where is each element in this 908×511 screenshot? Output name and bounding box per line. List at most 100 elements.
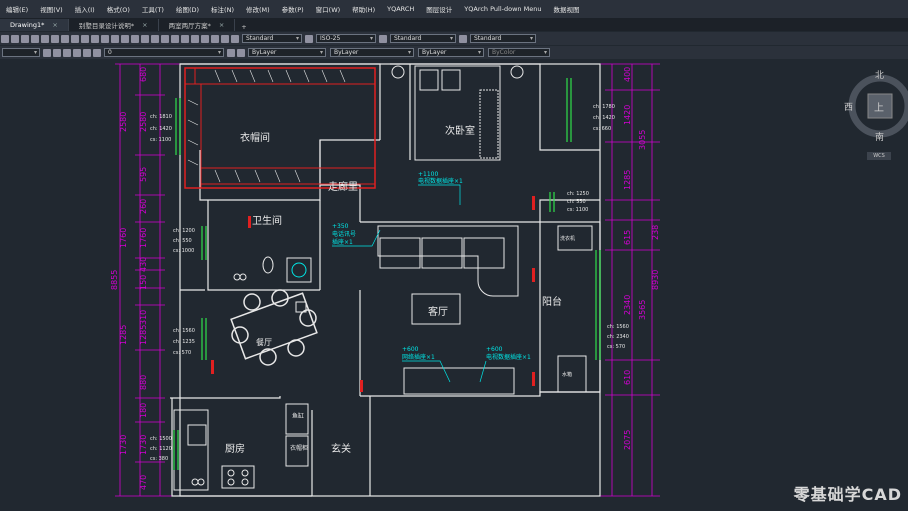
menu-item[interactable]: 窗口(W) <box>310 4 347 14</box>
dim-label-outer: 8930 <box>651 270 660 290</box>
undo-icon[interactable] <box>101 34 109 43</box>
layer-prev-icon[interactable] <box>237 48 245 57</box>
dim-label: 1285 <box>623 170 632 190</box>
document-tab[interactable]: 两室两厅方案* × <box>159 19 236 31</box>
menu-item[interactable]: 插入(I) <box>69 4 101 14</box>
open-icon[interactable] <box>11 34 19 43</box>
close-icon[interactable]: × <box>142 21 147 29</box>
menu-item[interactable]: YQArch Pull-down Menu <box>458 5 547 13</box>
dim-label: 1730 <box>139 435 148 455</box>
document-tab[interactable]: 别墅目录设计说明* × <box>69 19 159 31</box>
viewcube-top: 上 <box>874 102 884 114</box>
workspace-select[interactable] <box>2 48 40 57</box>
svg-text:ch: 1420: ch: 1420 <box>150 126 172 132</box>
bulb-icon[interactable] <box>73 48 81 57</box>
tool-palette-icon[interactable] <box>181 34 189 43</box>
dim-label: 3055 <box>638 130 647 150</box>
text-style-select[interactable]: Standard <box>242 34 302 43</box>
markup-icon[interactable] <box>201 34 209 43</box>
dim-label: 1760 <box>119 228 128 248</box>
menu-item[interactable]: 数据视图 <box>547 4 585 14</box>
menu-item[interactable]: 标注(N) <box>205 4 240 14</box>
menu-item[interactable]: 工具(T) <box>136 4 170 14</box>
linetype-select[interactable]: ByLayer <box>330 48 414 57</box>
dim-label-outer: 238 <box>651 225 660 240</box>
menu-item[interactable]: 编辑(E) <box>0 4 34 14</box>
room-label-living: 客厅 <box>428 305 448 318</box>
wcs-menu[interactable]: WCS <box>867 152 891 160</box>
label-water: 水箱 <box>562 371 572 378</box>
dim-style-select[interactable]: ISO-25 <box>316 34 376 43</box>
document-tab[interactable]: Drawing1* × <box>0 19 69 31</box>
close-icon[interactable]: × <box>52 21 57 29</box>
dim-label: 180 <box>139 403 148 418</box>
menu-item[interactable]: 帮助(H) <box>346 4 381 14</box>
left-dim-labels: 680 2580 595 260 1760 430 150 310 1285 8… <box>110 67 148 490</box>
svg-text:ch: 1560: ch: 1560 <box>173 328 195 334</box>
layer-select[interactable]: 0 <box>104 48 224 57</box>
redo-icon[interactable] <box>111 34 119 43</box>
bathroom-fixtures <box>233 256 312 283</box>
zoom-icon[interactable] <box>131 34 139 43</box>
dim-label: 1285 <box>119 325 128 345</box>
help-icon[interactable] <box>221 34 229 43</box>
dim-label: 310 <box>139 310 148 325</box>
svg-text:cs: 1100: cs: 1100 <box>567 207 588 213</box>
preview-icon[interactable] <box>41 34 49 43</box>
add-tab-icon[interactable]: + <box>235 23 252 31</box>
dim-label: 3565 <box>638 300 647 320</box>
plot-style-select[interactable]: ByColor <box>488 48 550 57</box>
svg-text:ch: 1235: ch: 1235 <box>173 339 195 345</box>
dim-label: 680 <box>139 67 148 82</box>
color-select[interactable]: ByLayer <box>248 48 326 57</box>
pan-icon[interactable] <box>121 34 129 43</box>
match-prop-icon[interactable] <box>91 34 99 43</box>
new-icon[interactable] <box>1 34 9 43</box>
menu-item[interactable]: 图层设计 <box>420 4 458 14</box>
zoom-window-icon[interactable] <box>141 34 149 43</box>
dim-label: 610 <box>623 370 632 385</box>
sheet-set-icon[interactable] <box>191 34 199 43</box>
calc-icon[interactable] <box>211 34 219 43</box>
make-current-icon[interactable] <box>227 48 235 57</box>
svg-text:cs: 570: cs: 570 <box>173 350 191 356</box>
room-label-bathroom: 卫生间 <box>252 214 282 227</box>
menu-item[interactable]: YQARCH <box>381 5 420 13</box>
sun-icon[interactable] <box>83 48 91 57</box>
copy-icon[interactable] <box>71 34 79 43</box>
print-icon[interactable] <box>31 34 39 43</box>
note-tv1: 电视数据插座×1 <box>418 177 463 185</box>
svg-text:ch: 550: ch: 550 <box>173 238 192 244</box>
paste-icon[interactable] <box>81 34 89 43</box>
note-tel2: 插座×1 <box>332 238 353 246</box>
menu-item[interactable]: 参数(P) <box>276 4 310 14</box>
publish-icon[interactable] <box>51 34 59 43</box>
gear-icon[interactable] <box>43 48 51 57</box>
properties-icon[interactable] <box>161 34 169 43</box>
menu-item[interactable]: 修改(M) <box>240 4 276 14</box>
viewcube[interactable]: 上 北 南 西 <box>844 70 908 143</box>
cut-icon[interactable] <box>61 34 69 43</box>
menu-item[interactable]: 绘图(D) <box>170 4 205 14</box>
bedroom: 次卧室 <box>391 65 524 161</box>
drawing-canvas[interactable]: 680 2580 595 260 1760 430 150 310 1285 8… <box>0 60 908 511</box>
mleader-style-select[interactable]: Standard <box>470 34 536 43</box>
save-icon[interactable] <box>21 34 29 43</box>
dining-table <box>230 289 318 366</box>
svg-text:ch: 1780: ch: 1780 <box>593 104 615 110</box>
room-label-balcony: 阳台 <box>542 295 562 308</box>
room-label-closet: 衣帽间 <box>240 131 270 144</box>
close-icon[interactable]: × <box>219 21 224 29</box>
table-style-select[interactable]: Standard <box>390 34 456 43</box>
design-center-icon[interactable] <box>171 34 179 43</box>
layer-state-icon[interactable] <box>63 48 71 57</box>
svg-text:ch: 1500: ch: 1500 <box>150 436 172 442</box>
layer-manager-icon[interactable] <box>53 48 61 57</box>
text-style-icon <box>231 34 239 43</box>
menu-item[interactable]: 视图(V) <box>34 4 69 14</box>
lineweight-select[interactable]: ByLayer <box>418 48 484 57</box>
menu-bar: 编辑(E) 视图(V) 插入(I) 格式(O) 工具(T) 绘图(D) 标注(N) 修改(M)… <box>0 0 908 18</box>
lock-icon[interactable] <box>93 48 101 57</box>
zoom-prev-icon[interactable] <box>151 34 159 43</box>
menu-item[interactable]: 格式(O) <box>101 4 136 14</box>
